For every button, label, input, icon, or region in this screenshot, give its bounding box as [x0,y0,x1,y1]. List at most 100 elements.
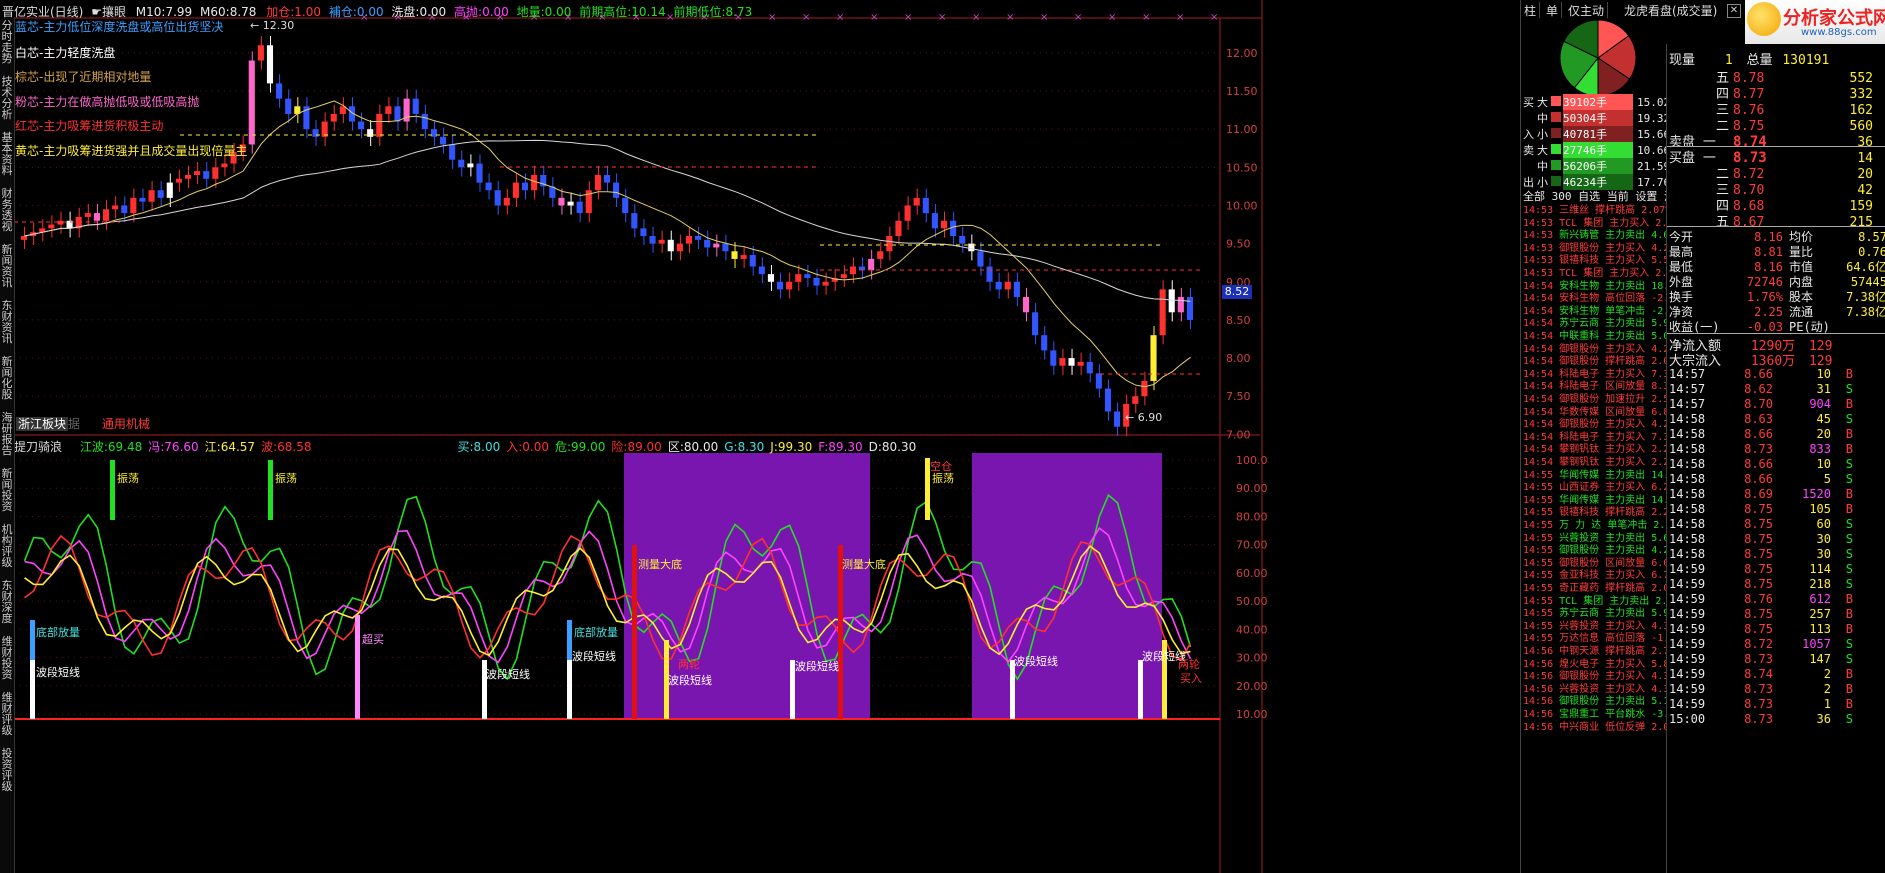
candle-body [877,251,884,259]
tab-dragon-tiger[interactable]: 龙虎看盘(成交量) [1621,2,1720,18]
news-stock: 攀钢钒钛 [1559,457,1600,468]
tick-volume: 833 [1809,442,1831,456]
flow-bar [1551,96,1561,106]
news-item[interactable]: 14:54 华数传媒 区间放量 6.84 [1523,407,1675,419]
candle-body [1068,358,1075,366]
logo-emblem-icon [1747,2,1781,36]
sub-title[interactable]: 提刀骑浪 [14,440,62,454]
news-item[interactable]: 14:54 科陆电子 主力买入 7.38/ [1523,432,1681,444]
news-item[interactable]: 14:55 华闻传媒 主力卖出 14.25 [1523,470,1681,482]
news-item[interactable]: 14:54 安科生物 单笔冲击 -2.20 [1523,306,1681,318]
tick-volume: 1 [1823,697,1831,711]
news-item[interactable]: 14:54 中联重科 主力卖出 5.05/ [1523,331,1681,343]
tick-row: 14:59 8.75 257 B [1669,607,1853,621]
news-item[interactable]: 14:55 万 力 达 单笔冲击 2.152 [1523,520,1683,532]
news-stock: 华闻传媒 [1559,494,1600,506]
left-nav-item[interactable]: 东财深度 [1,580,13,624]
news-item[interactable]: 14:55 兴蓉投资 主力买入 4.30/ [1523,621,1681,633]
menu-label[interactable]: ☛攘眼 [91,5,126,19]
news-item[interactable]: 14:53 银禧科技 主力买入 5.50/3 [1523,255,1687,267]
sub-tick-label: 20.00 [1236,680,1268,693]
qdi-label: 前期低位: [673,5,726,19]
news-item[interactable]: 14:56 中兴商业 低位反弹 2.049 [1523,722,1681,734]
candle-body [476,163,483,183]
news-item[interactable]: 14:56 御银股份 主力卖出 5.11/ [1523,696,1681,708]
signal-bar [1138,660,1143,719]
left-nav-item[interactable]: 维财投资 [1,636,13,680]
chart-title[interactable]: 晋亿实业(日线) [2,5,83,19]
news-item[interactable]: 14:55 银禧科技 撑杆跳高 2.286 [1523,507,1681,519]
news-item[interactable]: 14:54 攀钢钒钛 主力买入 2.22/ [1523,444,1681,456]
candle-body [1104,388,1112,412]
news-item[interactable]: 14:55 御银股份 区间放量 6.053 [1523,558,1681,570]
news-item[interactable]: 14:54 科陆电子 区间放量 8.36 [1523,381,1675,393]
annotation-celiang: 测量大底 [638,557,682,571]
left-nav-item[interactable]: 财务透视 [1,188,13,232]
tick-volume: 20 [1816,427,1831,441]
tick-price: 8.73 [1744,682,1773,696]
news-item[interactable]: 14:56 煌火电子 主力买入 5.80/ [1523,659,1681,671]
news-item[interactable]: 14:53 三维丝 撑杆跳高 2.07% [1523,205,1671,217]
close-icon[interactable]: ✕ [1727,4,1741,18]
news-event: 区间放量 [1605,381,1646,393]
candle-body [112,205,119,210]
news-item[interactable]: 14:54 御银股份 加速拉升 2.55 [1523,394,1675,406]
news-item[interactable]: 14:55 苏宁云商 主力卖出 5.91/ [1523,608,1681,620]
news-item[interactable]: 14:54 苏宁云商 主力卖出 5.90/3 [1523,318,1687,330]
left-nav-item[interactable]: 新闻资讯 [1,244,13,288]
qgao-value: 10.14 [631,5,666,19]
candle-body [412,98,419,114]
news-item[interactable]: 14:54 御银股份 撑杆跳高 2.041 [1523,356,1681,368]
tick-time: 14:58 [1669,412,1706,426]
news-item[interactable]: 14:54 科陆电子 主力买入 7.39/ [1523,369,1681,381]
tab-active-only[interactable]: 仅主动 [1565,2,1609,18]
left-nav-item[interactable]: 投资评级 [1,748,13,792]
stat-value: 2.25 [1754,305,1783,319]
news-item[interactable]: 14:56 宝鼎重工 平台跳水 -3.00 [1523,709,1681,721]
news-item[interactable]: 14:53 新兴铸管 主力卖出 4.60/3 [1523,230,1687,242]
news-item[interactable]: 14:54 安科生物 高位回落 -2.75 [1523,293,1681,305]
news-item[interactable]: 14:55 兴蓉投资 主力卖出 5.66/ [1523,533,1681,545]
left-nav-item[interactable]: 机构评级 [1,524,13,568]
tick-price: 8.75 [1744,547,1773,561]
news-item[interactable]: 14:56 御银股份 主力买入 4.31/ [1523,671,1681,683]
left-nav-item[interactable]: 分时走势 [1,20,13,64]
candle-body [731,251,738,259]
news-item[interactable]: 14:55 TCL 集团 主力卖出 2.20/ [1523,596,1685,608]
tick-volume: 30 [1816,532,1831,546]
left-nav-item[interactable]: 海研报告 [1,412,13,456]
annotation-zhendang: 振荡 [117,471,139,485]
sector-tag-machinery[interactable]: 通用机械 [102,417,150,431]
left-nav-item[interactable]: 东财资讯 [1,300,13,344]
news-item[interactable]: 14:55 御银股份 主力卖出 4.29/ [1523,545,1681,557]
tick-time: 14:58 [1669,472,1706,486]
left-nav-item[interactable]: 新闻化股 [1,356,13,400]
news-event: 主力买入 [1605,368,1646,380]
left-nav-item[interactable]: 维财评级 [1,692,13,736]
news-stock: 中钢天源 [1559,646,1600,657]
news-item[interactable]: 14:54 攀钢钒钛 主力买入 2.22/ [1523,457,1681,469]
news-item[interactable]: 14:54 安科生物 主力卖出 18.50 [1523,281,1681,293]
tab-single[interactable]: 单 [1543,2,1563,18]
news-item[interactable]: 14:55 华闻传媒 主力卖出 14.20 [1523,495,1681,507]
news-item[interactable]: 14:55 奇正藏药 撑杆跳高 2.052 [1523,583,1681,595]
news-item[interactable]: 14:54 御银股份 主力买入 4.22/1 [1523,344,1687,356]
news-item[interactable]: 14:54 御银股份 主力买入 4.22/ [1523,419,1681,431]
sector-tag-zhejiang[interactable]: 浙江板块 [16,417,69,431]
news-item[interactable]: 14:53 御银股份 主力买入 4.22/1 [1523,243,1687,255]
tick-side: S [1845,382,1853,396]
news-item[interactable]: 14:56 兴蓉投资 主力买入 4.31/ [1523,684,1681,696]
news-item[interactable]: 14:55 山西证券 主力买入 6.25/ [1523,482,1681,494]
news-item[interactable]: 14:56 中钢天源 撑杆跳高 2.769 [1523,646,1681,658]
news-item[interactable]: 14:55 金亚科技 主力买入 6.79/ [1523,570,1681,582]
tick-price: 8.62 [1744,382,1773,396]
left-nav-item[interactable]: 技术分析 [1,76,13,120]
news-stock: TCL 集团 [1559,217,1604,229]
left-nav-item[interactable]: 新闻投资 [1,468,13,512]
news-item[interactable]: 14:55 万达信息 高位回落 -1.84 [1523,633,1681,645]
top-marker: × [1176,12,1184,23]
news-event: 主力买入 [1605,671,1646,683]
tab-bar-chart[interactable]: 柱 [1521,2,1541,18]
sub-value: 区:80.00 [668,440,718,454]
left-nav-item[interactable]: 基本资料 [1,132,13,176]
